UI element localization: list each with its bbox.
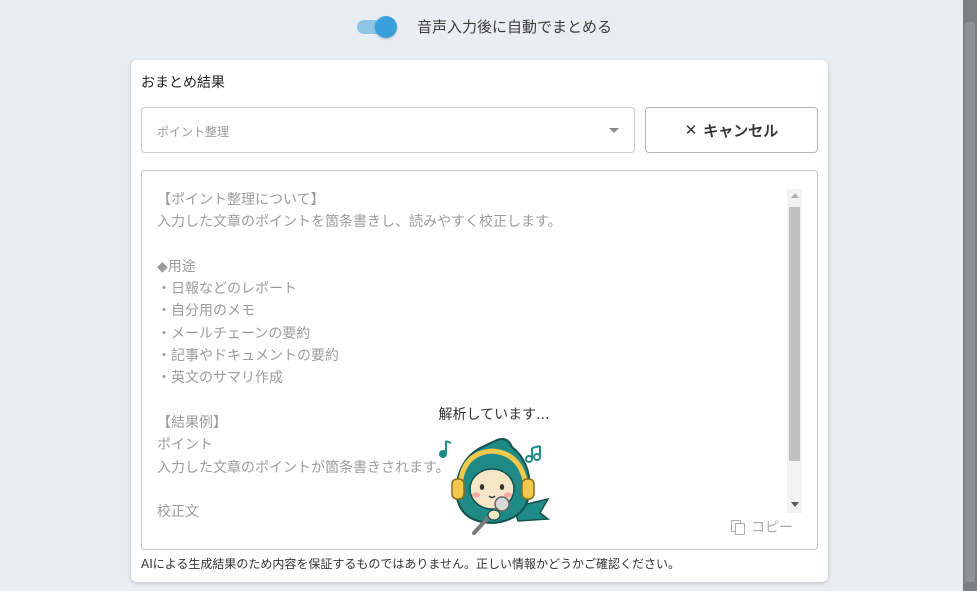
result-line: ・英文のサマリ作成 bbox=[157, 370, 283, 387]
auto-summary-label: 音声入力後に自動でまとめる bbox=[417, 17, 613, 36]
scroll-down-arrow-icon[interactable] bbox=[791, 502, 799, 507]
copy-button[interactable]: コピー bbox=[731, 517, 793, 537]
card-title: おまとめ結果 bbox=[141, 75, 225, 91]
disclaimer-text: AIによる生成結果のため内容を保証するものではありません。正しい情報かどうかご確… bbox=[141, 557, 681, 571]
auto-summary-toggle[interactable] bbox=[357, 16, 397, 38]
auto-summary-row: 音声入力後に自動でまとめる bbox=[357, 12, 612, 40]
summary-result-card: おまとめ結果 ポイント整理 ✕ キャンセル 【ポイント整理について】入力した文章… bbox=[131, 60, 828, 582]
scroll-up-arrow-icon[interactable] bbox=[791, 193, 799, 198]
select-placeholder: ポイント整理 bbox=[157, 125, 230, 139]
loading-indicator: 解析しています... bbox=[431, 404, 557, 424]
page-scrollbar[interactable] bbox=[963, 0, 977, 591]
cancel-label: キャンセル bbox=[703, 121, 779, 140]
result-line: ・記事やドキュメントの要約 bbox=[157, 348, 339, 365]
cancel-button[interactable]: ✕ キャンセル bbox=[645, 107, 818, 153]
result-textarea[interactable]: 【ポイント整理について】入力した文章のポイントを箇条書きし、読みやすく校正します… bbox=[141, 170, 818, 550]
result-line: ◆用途 bbox=[157, 258, 196, 275]
result-scrollbar[interactable] bbox=[787, 189, 802, 513]
result-line: 【ポイント整理について】 bbox=[157, 192, 325, 208]
page-scrollbar-thumb[interactable] bbox=[965, 22, 975, 582]
loading-text: 解析しています... bbox=[438, 407, 550, 423]
close-icon: ✕ bbox=[684, 121, 698, 139]
chevron-down-icon bbox=[609, 128, 619, 133]
scrollbar-thumb[interactable] bbox=[789, 207, 800, 461]
result-line: ・自分用のメモ bbox=[157, 303, 255, 320]
result-line: ・日報などのレポート bbox=[157, 281, 297, 298]
result-line bbox=[157, 234, 777, 256]
result-line: ・メールチェーンの要約 bbox=[157, 325, 311, 342]
copy-label: コピー bbox=[751, 520, 793, 536]
toggle-knob bbox=[375, 16, 397, 38]
mascot-headphones-icon bbox=[439, 438, 551, 535]
copy-icon bbox=[731, 520, 745, 535]
summary-type-select[interactable]: ポイント整理 bbox=[141, 107, 635, 153]
result-line: 入力した文章のポイントを箇条書きし、読みやすく校正します。 bbox=[157, 214, 562, 231]
